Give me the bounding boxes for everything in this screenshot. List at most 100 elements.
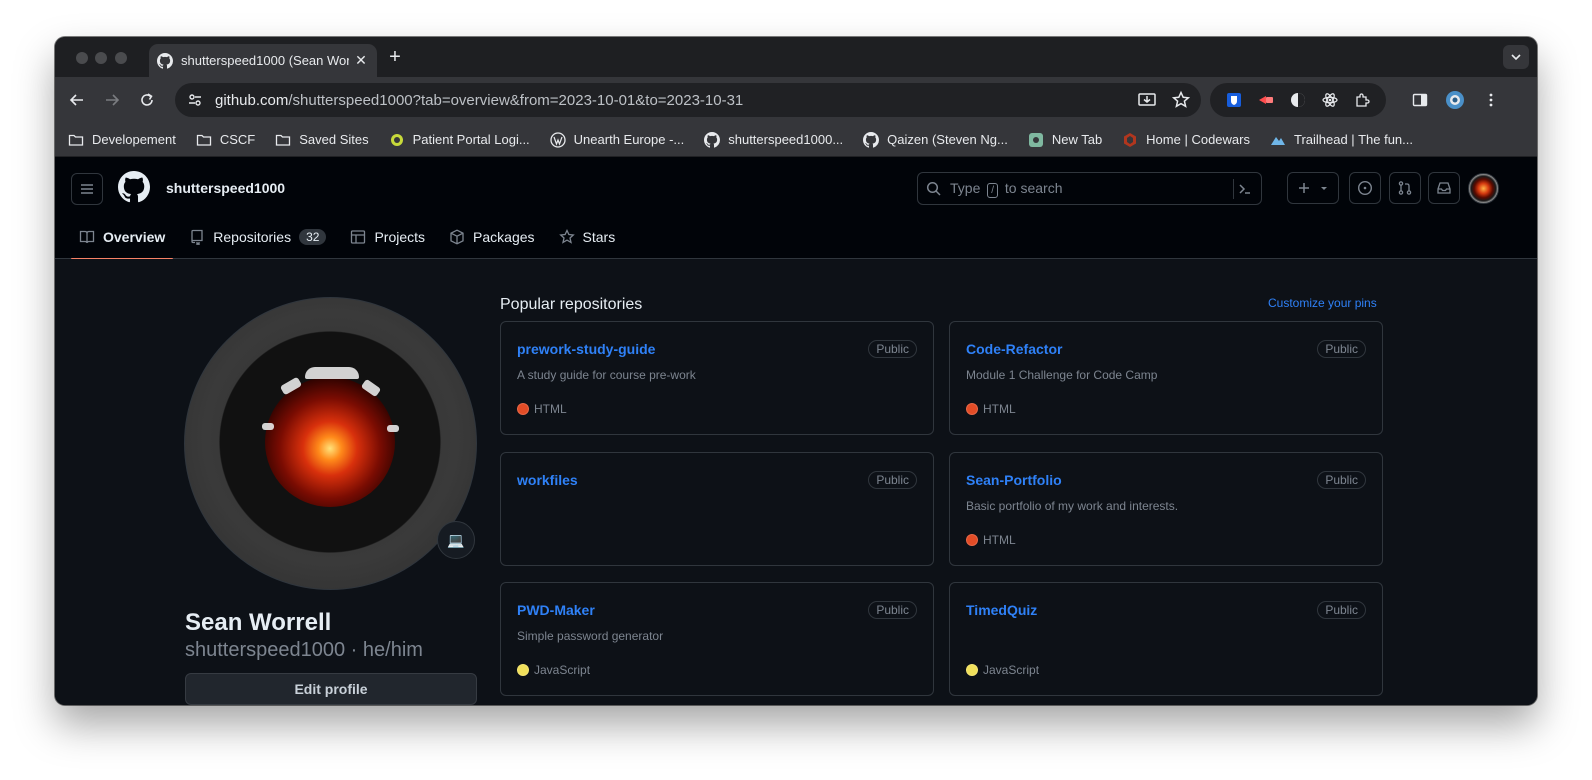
visibility-badge: Public — [868, 340, 917, 358]
laptop-icon: 💻 — [447, 531, 465, 548]
minimize-window-dot[interactable] — [95, 52, 107, 64]
profile-avatar-icon[interactable] — [1444, 89, 1466, 111]
newtab-icon — [1028, 132, 1044, 148]
new-tab-icon[interactable]: + — [385, 47, 405, 67]
close-window-dot[interactable] — [76, 52, 88, 64]
bitwarden-extension-icon[interactable] — [1225, 91, 1243, 109]
command-palette-icon[interactable] — [1233, 179, 1253, 199]
language-label: JavaScript — [983, 663, 1040, 677]
language-label: HTML — [983, 533, 1016, 547]
bookmark-label: Patient Portal Logi... — [412, 132, 530, 147]
repo-name-link[interactable]: Sean-Portfolio — [966, 472, 1062, 488]
tab-label: Overview — [103, 229, 166, 245]
hal-lens-ring — [219, 331, 441, 553]
repo-name-link[interactable]: workfiles — [517, 472, 578, 488]
maximize-window-dot[interactable] — [115, 52, 127, 64]
screen-recorder-extension-icon[interactable] — [1257, 91, 1275, 109]
bookmark-item[interactable]: Patient Portal Logi... — [389, 132, 530, 148]
tab-repositories[interactable]: Repositories 32 — [181, 215, 334, 259]
bookmark-label: shutterspeed1000... — [728, 132, 844, 147]
tab-stars[interactable]: Stars — [551, 215, 624, 259]
react-devtools-extension-icon[interactable] — [1321, 91, 1339, 109]
repo-name-link[interactable]: PWD-Maker — [517, 602, 595, 618]
repo-card: Sean-Portfolio Public Basic portfolio of m… — [949, 452, 1383, 566]
github-logo-icon[interactable] — [118, 171, 150, 203]
search-icon — [926, 181, 941, 196]
back-icon[interactable] — [66, 89, 88, 111]
github-icon — [704, 131, 721, 148]
repo-count-badge: 32 — [299, 229, 327, 245]
bookmark-item[interactable]: Home | Codewars — [1122, 132, 1250, 148]
dark-reader-extension-icon[interactable] — [1289, 91, 1307, 109]
lens-glint — [387, 425, 399, 432]
hal-eye — [265, 377, 395, 507]
repo-name-link[interactable]: prework-study-guide — [517, 341, 655, 357]
tab-projects[interactable]: Projects — [342, 215, 433, 259]
folder-icon — [275, 132, 291, 148]
inbox-button[interactable] — [1428, 172, 1460, 204]
bookmark-item[interactable]: CSCF — [196, 132, 255, 148]
lens-glint — [305, 367, 359, 379]
github-icon — [157, 52, 173, 69]
tab-close-icon[interactable]: ✕ — [353, 52, 369, 69]
browser-tab-active[interactable]: shutterspeed1000 (Sean Worrell) ✕ — [149, 44, 377, 77]
bookmark-item[interactable]: shutterspeed1000... — [704, 131, 844, 148]
package-icon — [449, 229, 465, 245]
tab-title: shutterspeed1000 (Sean Worrell) — [181, 53, 349, 68]
book-icon — [79, 229, 95, 245]
site-settings-icon[interactable] — [185, 90, 205, 110]
issue-icon — [1357, 180, 1373, 196]
create-new-button[interactable] — [1287, 172, 1339, 204]
forward-icon[interactable] — [101, 89, 123, 111]
customize-pins-link[interactable]: Customize your pins — [1268, 296, 1377, 310]
status-emoji-button[interactable]: 💻 — [437, 521, 475, 559]
pull-request-icon — [1398, 181, 1412, 195]
bookmark-item[interactable]: Saved Sites — [275, 132, 369, 148]
bookmark-item[interactable]: Qaizen (Steven Ng... — [863, 131, 1008, 148]
search-input[interactable]: Type / to search — [917, 172, 1262, 205]
header-username[interactable]: shutterspeed1000 — [166, 180, 285, 196]
tab-packages[interactable]: Packages — [441, 215, 542, 259]
bookmark-item[interactable]: Unearth Europe -... — [550, 131, 685, 148]
side-panel-icon[interactable] — [1409, 89, 1431, 111]
issues-button[interactable] — [1349, 172, 1381, 204]
browser-menu-icon[interactable] — [1480, 89, 1502, 111]
tab-label: Projects — [374, 229, 426, 245]
repo-card: Code-Refactor Public Module 1 Challenge fo… — [949, 321, 1383, 435]
repo-language: HTML — [966, 533, 1016, 547]
user-avatar[interactable] — [1468, 173, 1499, 204]
pull-requests-button[interactable] — [1389, 172, 1421, 204]
reload-icon[interactable] — [136, 89, 158, 111]
browser-window: shutterspeed1000 (Sean Worrell) ✕ + gith… — [55, 37, 1537, 705]
hamburger-menu-button[interactable] — [71, 173, 103, 205]
tab-label: Packages — [473, 229, 535, 245]
address-bar[interactable]: github.com/shutterspeed1000?tab=overview… — [175, 83, 1201, 117]
visibility-badge: Public — [1317, 601, 1366, 619]
repo-card: workfiles Public — [500, 452, 934, 566]
tab-overview[interactable]: Overview — [71, 215, 174, 260]
extensions-puzzle-icon[interactable] — [1353, 91, 1371, 109]
github-header: shutterspeed1000 Type / to search Overvi… — [55, 157, 1537, 260]
repo-card: PWD-Maker Public Simple password generator… — [500, 582, 934, 696]
bookmark-item[interactable]: Developement — [68, 132, 176, 148]
star-icon — [558, 229, 575, 245]
lens-glint — [262, 423, 274, 430]
bookmark-item[interactable]: Trailhead | The fun... — [1270, 132, 1413, 148]
edit-profile-button[interactable]: Edit profile — [185, 673, 477, 705]
repo-language: JavaScript — [517, 663, 590, 677]
folder-icon — [68, 132, 84, 148]
language-color-dot — [966, 534, 978, 546]
bookmark-label: Unearth Europe -... — [573, 132, 685, 147]
profile-avatar[interactable] — [184, 297, 477, 590]
install-app-icon[interactable] — [1137, 90, 1157, 115]
language-label: JavaScript — [534, 663, 591, 677]
bookmark-star-icon[interactable] — [1171, 90, 1191, 115]
bookmark-item[interactable]: New Tab — [1028, 132, 1102, 148]
repo-name-link[interactable]: TimedQuiz — [966, 602, 1037, 618]
plus-icon — [1299, 183, 1309, 193]
wordpress-icon — [550, 131, 566, 148]
repo-name-link[interactable]: Code-Refactor — [966, 341, 1062, 357]
bookmark-label: New Tab — [1051, 132, 1103, 147]
tab-strip: shutterspeed1000 (Sean Worrell) ✕ + — [55, 37, 1537, 77]
tab-search-chevron-icon[interactable] — [1503, 45, 1529, 69]
